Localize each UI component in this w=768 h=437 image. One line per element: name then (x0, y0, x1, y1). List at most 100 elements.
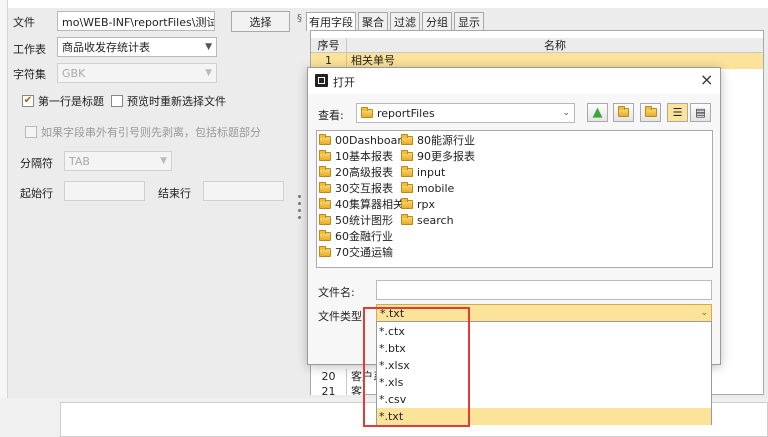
folder-icon (401, 181, 413, 193)
new-folder-icon (644, 106, 657, 117)
splitter-grip[interactable] (297, 195, 301, 219)
first-row-title-checkbox[interactable]: ✔ 第一行是标题 (22, 93, 104, 109)
folder-item[interactable]: 50统计图形 (319, 212, 409, 228)
folder-name: 60金融行业 (335, 230, 393, 243)
reselect-preview-label: 预览时重新选择文件 (127, 95, 226, 108)
folder-name: 30交互报表 (335, 182, 393, 195)
app-window-icon (315, 74, 328, 87)
strip-quotes-label: 如果字段串外有引号则先剥离，包括标题部分 (41, 126, 261, 139)
checkmark-icon: ✔ (22, 95, 34, 107)
row-name: 客户名 (351, 385, 363, 395)
folder-item[interactable]: 40集算器相关 (319, 196, 409, 212)
separator-label: 分隔符 (20, 157, 53, 170)
tab-useful-fields[interactable]: 有用字段 (306, 12, 356, 31)
row-seq: 20 (311, 369, 347, 384)
folder-item[interactable]: search (401, 212, 475, 228)
dialog-title-bar (308, 68, 720, 94)
folder-name: 20高级报表 (335, 166, 393, 179)
new-folder-button[interactable] (640, 103, 661, 122)
folder-item[interactable]: 90更多报表 (401, 148, 475, 164)
folder-icon (401, 197, 413, 209)
folder-item[interactable]: 10基本报表 (319, 148, 409, 164)
checkbox-empty-icon (111, 95, 123, 107)
folder-item[interactable]: 60金融行业 (319, 228, 409, 244)
tab-group[interactable]: 分组 (422, 12, 452, 30)
folder-item[interactable]: 80能源行业 (401, 132, 475, 148)
chevron-down-icon: ⌄ (700, 308, 708, 318)
folder-icon (401, 149, 413, 161)
home-icon (618, 106, 629, 117)
strip-quotes-checkbox[interactable]: 如果字段串外有引号则先剥离，包括标题部分 (25, 124, 261, 140)
details-view-icon: ▤ (695, 106, 706, 119)
details-view-button[interactable]: ▤ (690, 103, 711, 122)
first-row-title-label: 第一行是标题 (38, 95, 104, 108)
list-view-button[interactable]: ☰ (667, 103, 688, 122)
folder-name: rpx (417, 197, 436, 211)
end-row-label: 结束行 (158, 187, 191, 200)
table-header: 序号 名称 (311, 38, 763, 53)
folder-name: input (417, 165, 446, 179)
folder-item[interactable]: input (401, 164, 475, 180)
folder-name: search (417, 213, 454, 227)
end-row-field[interactable] (203, 181, 284, 201)
home-button[interactable] (613, 103, 634, 122)
folder-column-1: 00Dashboard 10基本报表 20高级报表 30交互报表 40集算器相关 50统计… (319, 132, 409, 260)
file-path-field[interactable]: mo\WEB-INF\reportFiles\测试.xlsx (57, 11, 215, 31)
folder-icon (319, 197, 331, 209)
tab-aggregate[interactable]: 聚合 (358, 12, 388, 30)
charset-select[interactable]: GBK ▼ (57, 63, 217, 83)
table-row[interactable]: 21 客户名 (311, 384, 363, 395)
reselect-preview-checkbox[interactable]: 预览时重新选择文件 (111, 93, 226, 109)
column-header-seq[interactable]: 序号 (311, 38, 347, 53)
sheet-label: 工作表 (13, 43, 46, 56)
folder-icon (401, 133, 413, 145)
folder-item[interactable]: mobile (401, 180, 475, 196)
chevron-down-icon: ▼ (205, 42, 212, 52)
folder-item[interactable]: 00Dashboard (319, 132, 409, 148)
folder-icon (319, 229, 331, 241)
folder-name: mobile (417, 181, 455, 195)
folder-column-2: 80能源行业 90更多报表 input mobile rpx search (401, 132, 475, 228)
separator-select-value: TAB (69, 154, 90, 168)
up-folder-icon: ▲ (592, 105, 603, 120)
folder-name: 40集算器相关 (335, 198, 404, 211)
sheet-select[interactable]: 商品收发存统计表 ▼ (57, 37, 217, 57)
list-view-icon: ☰ (672, 106, 683, 119)
table-row[interactable]: 20 客户系 (311, 369, 384, 384)
folder-name: 50统计图形 (335, 214, 393, 227)
folder-item[interactable]: 20高级报表 (319, 164, 409, 180)
highlight-annotation-box (363, 307, 470, 427)
separator-select[interactable]: TAB ▼ (64, 151, 172, 171)
folder-icon (319, 165, 331, 177)
splitter-handle-top[interactable]: § (297, 13, 302, 24)
folder-icon (319, 181, 331, 193)
filename-label: 文件名: (318, 286, 355, 299)
folder-icon (319, 213, 331, 225)
folder-name: 70交通运输 (335, 246, 393, 259)
start-row-label: 起始行 (20, 187, 53, 200)
folder-icon (361, 106, 373, 118)
folder-item[interactable]: 30交互报表 (319, 180, 409, 196)
chevron-down-icon: ▼ (160, 156, 167, 166)
select-file-button[interactable]: 选择 (231, 11, 290, 32)
lookin-select-value-wrap: reportFiles (361, 106, 435, 120)
up-folder-button[interactable]: ▲ (587, 103, 608, 122)
row-seq: 21 (311, 384, 347, 395)
filename-input[interactable] (376, 280, 712, 300)
tab-filter[interactable]: 过滤 (390, 12, 420, 30)
dialog-title: 打开 (333, 76, 355, 89)
folder-name: 90更多报表 (417, 150, 475, 163)
start-row-field[interactable] (64, 181, 145, 201)
folder-item[interactable]: 70交通运输 (319, 244, 409, 260)
charset-select-value: GBK (62, 66, 86, 80)
close-icon[interactable]: × (700, 70, 713, 89)
lookin-select[interactable]: reportFiles ⌄ (356, 103, 575, 123)
folder-name: 80能源行业 (417, 134, 475, 147)
tab-display[interactable]: 显示 (454, 12, 484, 30)
window-top-bar (0, 0, 768, 8)
file-label: 文件 (13, 16, 35, 29)
column-header-name[interactable]: 名称 (347, 38, 763, 53)
folder-item[interactable]: rpx (401, 196, 475, 212)
folder-name: 00Dashboard (335, 133, 409, 147)
lookin-label: 查看: (318, 109, 344, 122)
